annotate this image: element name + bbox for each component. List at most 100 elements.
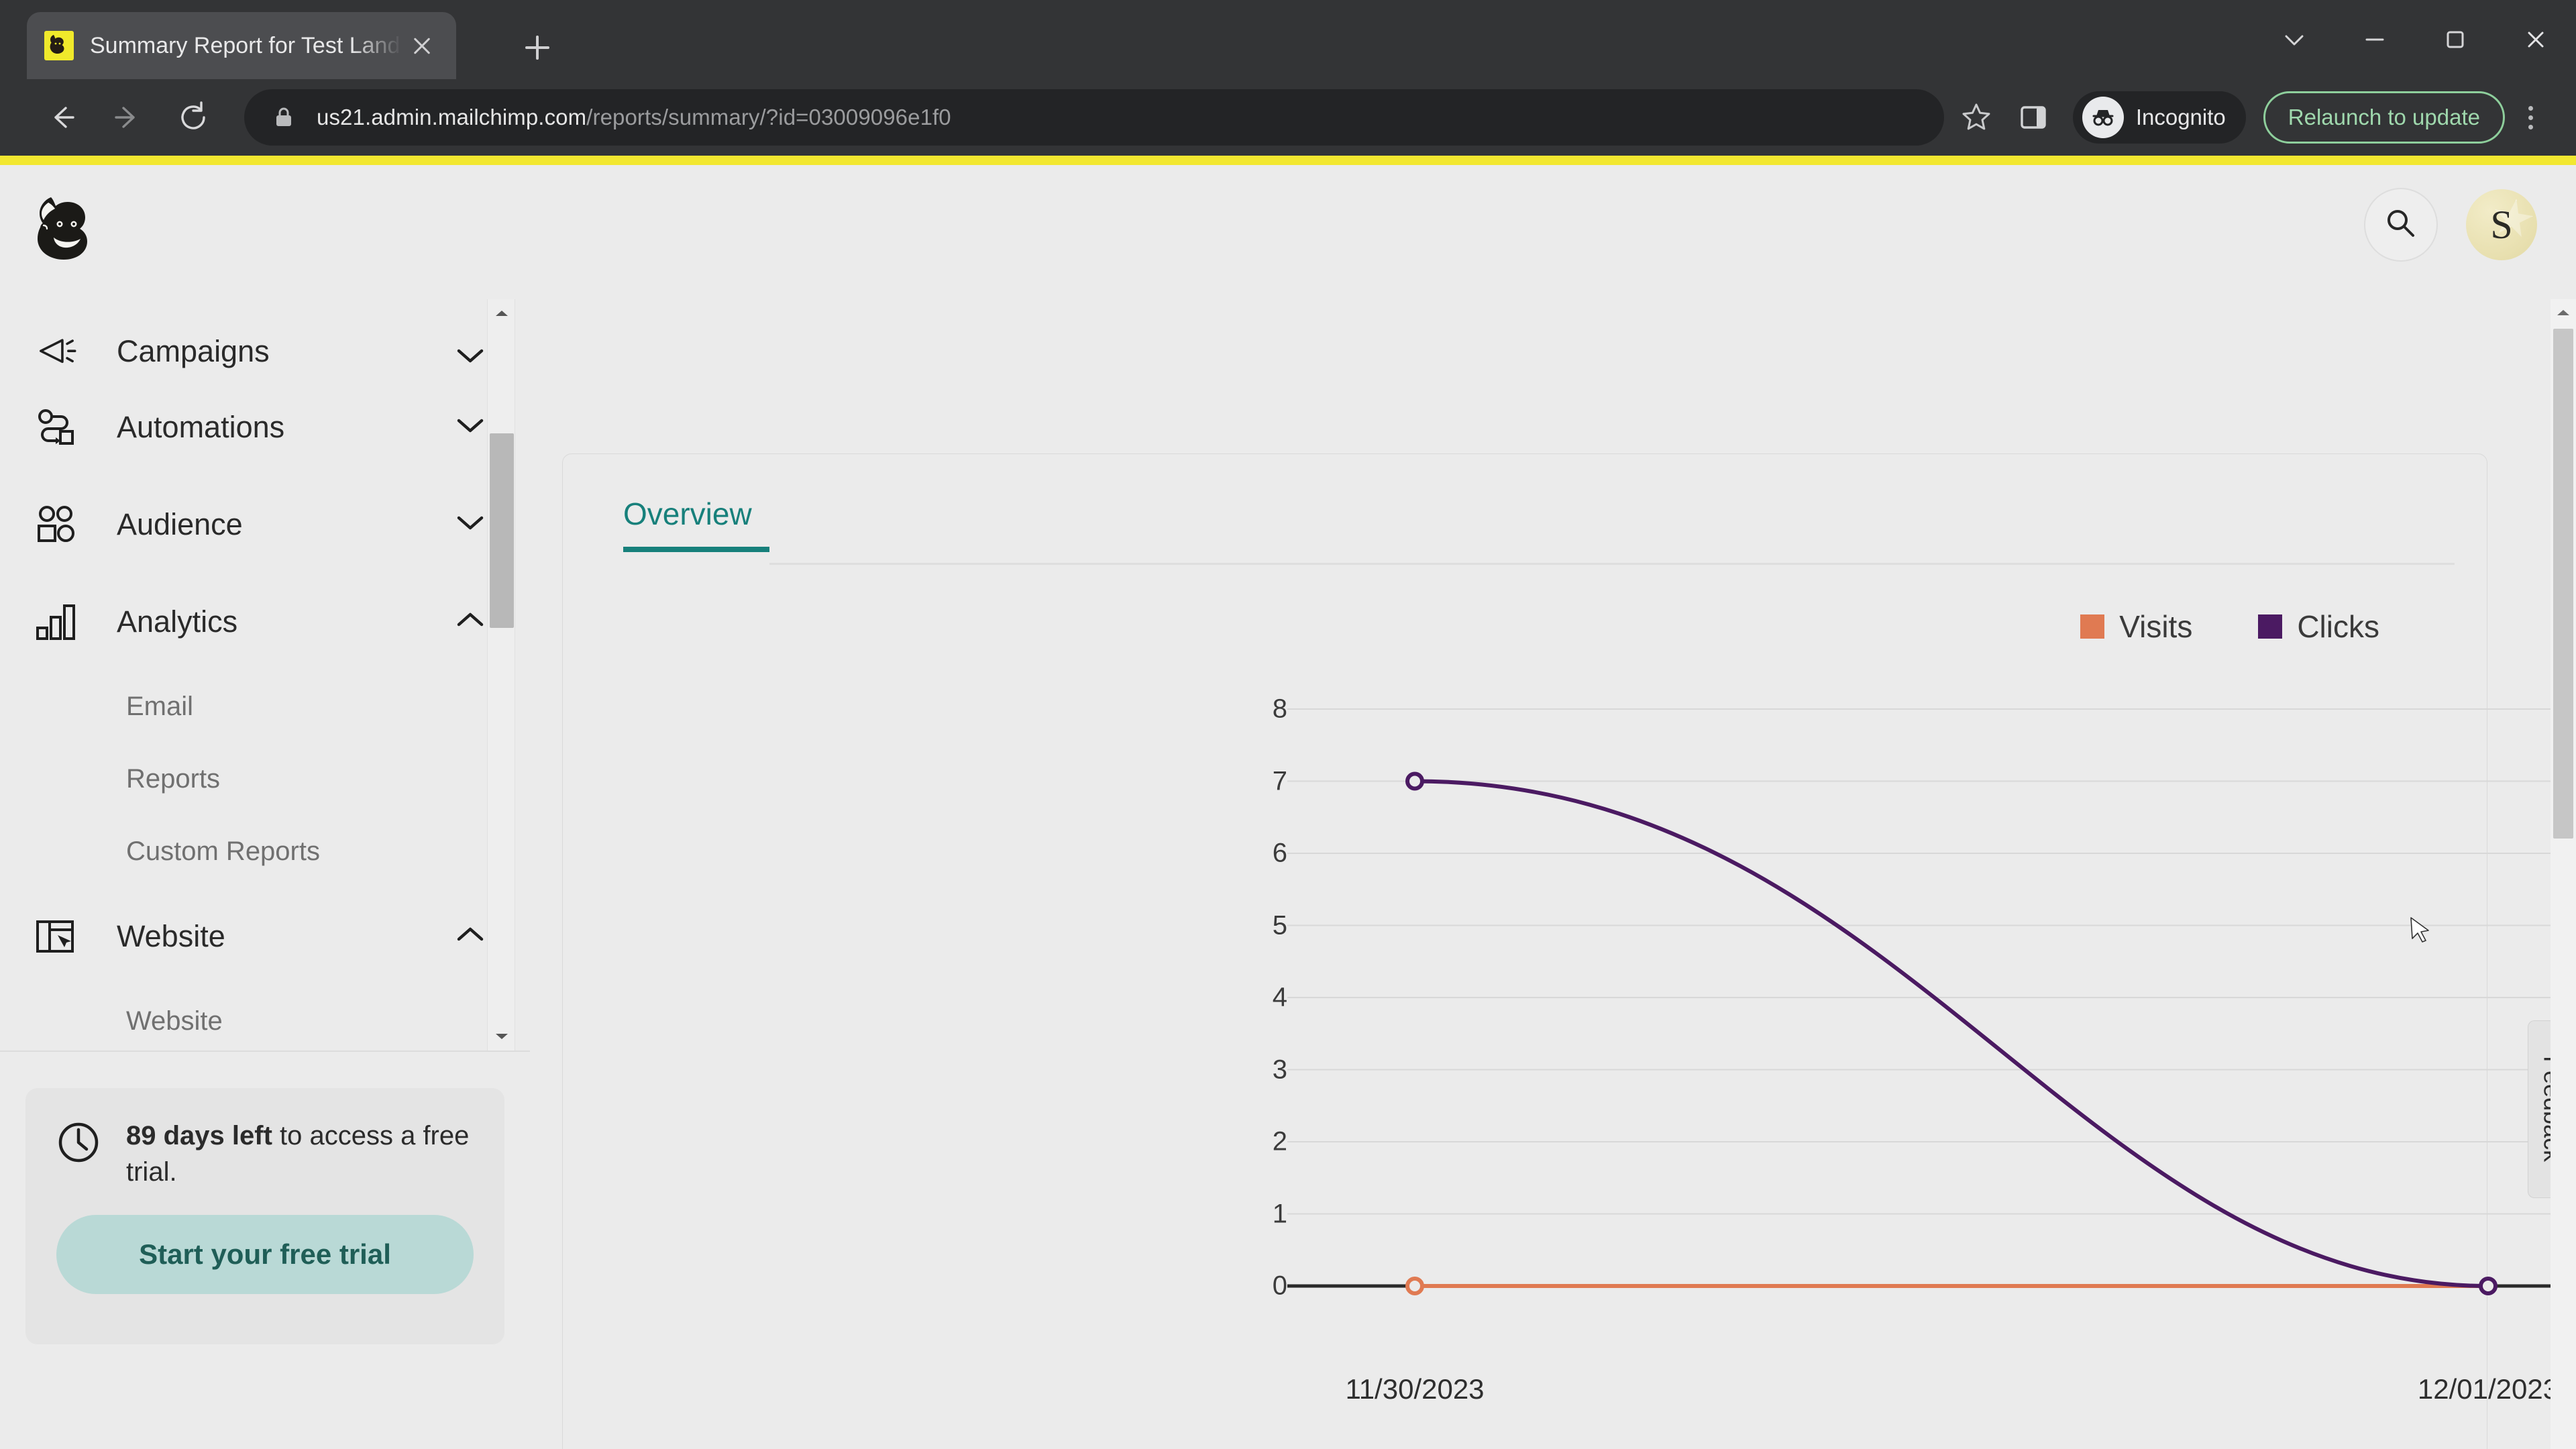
- incognito-icon: [2082, 97, 2124, 138]
- forward-icon[interactable]: [102, 92, 153, 143]
- relaunch-label: Relaunch to update: [2288, 105, 2480, 129]
- y-axis-tick: 3: [1272, 1055, 1287, 1084]
- bar-chart-icon: [35, 602, 86, 641]
- sidebar-label-custom-reports: Custom Reports: [126, 836, 320, 866]
- chevron-up-icon: [455, 924, 486, 948]
- sidebar-subitem-custom-reports[interactable]: Custom Reports: [0, 815, 530, 888]
- sidebar-label-audience: Audience: [117, 506, 243, 541]
- y-axis-tick: 0: [1272, 1271, 1287, 1301]
- chevron-down-icon: [455, 345, 486, 369]
- x-axis-tick: 11/30/2023: [1345, 1373, 1485, 1405]
- trial-text: 89 days left to access a free trial.: [126, 1118, 474, 1191]
- address-bar[interactable]: us21.admin.mailchimp.com/reports/summary…: [244, 89, 1944, 146]
- search-button[interactable]: [2364, 188, 2438, 262]
- x-axis-tick: 12/01/2023: [2417, 1373, 2559, 1405]
- browser-toolbar: us21.admin.mailchimp.com/reports/summary…: [0, 79, 2576, 156]
- sidebar-label-campaigns: Campaigns: [117, 334, 270, 368]
- sidebar-nav: Campaigns Automations Audience Analytics…: [0, 299, 530, 1051]
- bookmark-star-icon[interactable]: [1955, 96, 1998, 139]
- y-axis-tick: 7: [1272, 766, 1287, 796]
- chevron-down-icon: [455, 513, 486, 536]
- chevron-down-icon[interactable]: [2254, 0, 2334, 79]
- sidebar-label-website: Website: [117, 918, 225, 953]
- y-axis-tick: 4: [1272, 982, 1287, 1012]
- y-axis-tick: 1: [1272, 1199, 1287, 1228]
- tab-strip: Summary Report for Test Landing: [0, 0, 2576, 79]
- trial-days-left: 89 days left: [126, 1121, 272, 1150]
- scroll-down-arrow-icon[interactable]: [488, 1022, 516, 1051]
- relaunch-to-update-button[interactable]: Relaunch to update: [2263, 91, 2505, 144]
- line-chart: [1287, 708, 2576, 1295]
- legend-label-clicks: Clicks: [2297, 609, 2379, 644]
- url-domain: us21.admin.mailchimp.com: [317, 105, 587, 129]
- page-scroll-up-icon[interactable]: [2551, 299, 2576, 326]
- back-icon[interactable]: [36, 92, 87, 143]
- app-header: S: [0, 165, 2576, 299]
- page-scrollbar[interactable]: [2551, 299, 2576, 1449]
- url-text: us21.admin.mailchimp.com/reports/summary…: [317, 105, 951, 130]
- browser-tab[interactable]: Summary Report for Test Landing: [27, 12, 456, 79]
- incognito-profile-chip[interactable]: Incognito: [2072, 91, 2246, 144]
- sidebar-item-website[interactable]: Website: [0, 888, 530, 985]
- chart-legend: Visits Clicks: [2080, 608, 2379, 645]
- sidebar-scroll-area: Campaigns Automations Audience Analytics…: [0, 299, 530, 1051]
- sidebar-item-audience[interactable]: Audience: [0, 476, 530, 573]
- y-axis-labels: 0 1 2 3 4 5 6 7 8: [563, 694, 1287, 1449]
- browser-menu-icon[interactable]: [2512, 91, 2549, 144]
- mailchimp-logo[interactable]: [28, 186, 113, 271]
- chart-plot-area: 0 1 2 3 4 5 6 7 8 11/30/2023 12/01/2023: [563, 694, 2576, 1449]
- sidebar-subitem-email[interactable]: Email: [0, 670, 530, 743]
- main-content: Overview Visits Clicks 0 1 2 3 4 5 6 7 8 11/30/2…: [530, 299, 2576, 1449]
- tab-active-underline: [623, 547, 769, 552]
- sidebar-subitem-website[interactable]: Website: [0, 985, 530, 1051]
- legend-item-clicks[interactable]: Clicks: [2258, 608, 2379, 645]
- lock-icon: [271, 105, 297, 130]
- mailchimp-favicon: [44, 31, 74, 60]
- start-free-trial-label: Start your free trial: [139, 1238, 391, 1270]
- trial-message: 89 days left to access a free trial.: [56, 1118, 474, 1191]
- legend-swatch-visits: [2080, 614, 2105, 639]
- card-tabs: Overview: [623, 496, 2455, 565]
- sidebar-label-email: Email: [126, 691, 194, 721]
- avatar[interactable]: S: [2466, 189, 2537, 260]
- search-icon: [2383, 206, 2418, 244]
- sidebar-scrollbar[interactable]: [487, 299, 515, 1051]
- y-axis-tick: 6: [1272, 838, 1287, 868]
- sidebar-scrollbar-thumb[interactable]: [490, 433, 514, 628]
- clock-icon: [56, 1120, 109, 1168]
- new-tab-button[interactable]: [517, 27, 558, 68]
- tab-title: Summary Report for Test Landing: [90, 32, 405, 58]
- sidebar-label-automations: Automations: [117, 409, 285, 444]
- sidebar-label-analytics: Analytics: [117, 604, 238, 639]
- legend-swatch-clicks: [2258, 614, 2283, 639]
- sidebar-subitem-reports[interactable]: Reports: [0, 743, 530, 815]
- window-controls: [2254, 0, 2576, 79]
- scroll-up-arrow-icon[interactable]: [488, 299, 516, 327]
- sidebar-item-analytics[interactable]: Analytics: [0, 573, 530, 670]
- avatar-initial: S: [2490, 202, 2513, 247]
- maximize-icon[interactable]: [2415, 0, 2496, 79]
- audience-icon: [35, 503, 86, 546]
- tab-overview[interactable]: Overview: [623, 496, 752, 547]
- sidebar: Campaigns Automations Audience Analytics…: [0, 299, 530, 1449]
- mailchimp-app: S Campaigns Automations Audience Analyti…: [0, 165, 2576, 1449]
- reload-icon[interactable]: [168, 92, 219, 143]
- url-path: /reports/summary/?id=03009096e1f0: [586, 105, 951, 129]
- start-free-trial-button[interactable]: Start your free trial: [56, 1214, 474, 1294]
- sidebar-item-automations[interactable]: Automations: [0, 378, 530, 476]
- incognito-label: Incognito: [2135, 105, 2226, 129]
- sidebar-label-reports: Reports: [126, 763, 221, 794]
- close-icon[interactable]: [405, 29, 439, 62]
- page-scrollbar-thumb[interactable]: [2553, 329, 2573, 839]
- overview-card: Overview Visits Clicks 0 1 2 3 4 5 6 7 8 11/30/2…: [562, 453, 2576, 1449]
- y-axis-tick: 2: [1272, 1126, 1287, 1157]
- legend-label-visits: Visits: [2119, 609, 2193, 644]
- window-close-icon[interactable]: [2496, 0, 2576, 79]
- y-axis-tick: 8: [1272, 694, 1287, 724]
- side-panel-icon[interactable]: [2011, 95, 2055, 140]
- tab-rule: [769, 563, 2455, 565]
- minimize-icon[interactable]: [2334, 0, 2415, 79]
- legend-item-visits[interactable]: Visits: [2080, 608, 2192, 645]
- chevron-down-icon: [455, 415, 486, 439]
- sidebar-item-campaigns[interactable]: Campaigns: [0, 299, 530, 378]
